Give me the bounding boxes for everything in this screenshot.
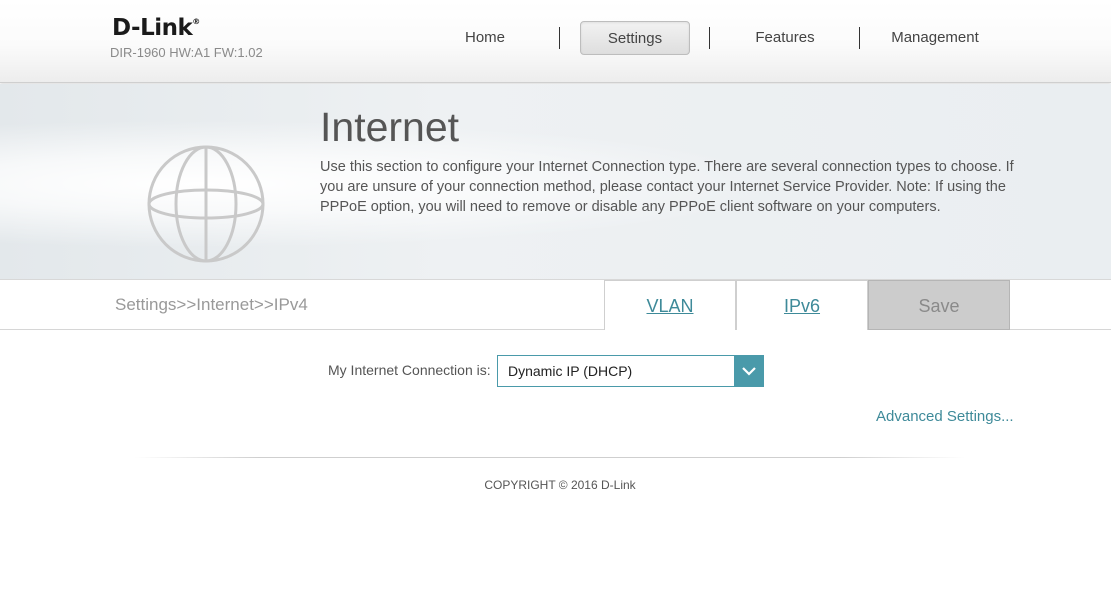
nav-home[interactable]: Home xyxy=(430,21,540,55)
dlink-logo[interactable]: D-Link® xyxy=(112,15,200,41)
page-description: Use this section to configure your Inter… xyxy=(320,159,1014,215)
advanced-settings-link[interactable]: Advanced Settings... xyxy=(876,408,1014,425)
nav-settings[interactable]: Settings xyxy=(580,21,690,55)
connection-type-select[interactable]: Dynamic IP (DHCP) xyxy=(497,355,764,387)
ipv6-tab[interactable]: IPv6 xyxy=(736,280,868,330)
model-info: DIR-1960 HW:A1 FW:1.02 xyxy=(110,45,263,60)
nav-features[interactable]: Features xyxy=(730,21,840,55)
page-banner: Internet Use this section to configure y… xyxy=(0,84,1111,280)
top-header: D-Link® DIR-1960 HW:A1 FW:1.02 Home Sett… xyxy=(0,0,1111,83)
tab-bar: Settings>>Internet>>IPv4 VLAN IPv6 Save xyxy=(0,280,1111,330)
vlan-tab[interactable]: VLAN xyxy=(604,280,736,330)
nav-management[interactable]: Management xyxy=(880,21,990,55)
nav-separator xyxy=(709,27,710,49)
connection-type-label: My Internet Connection is: xyxy=(328,362,491,378)
page-title: Internet xyxy=(320,104,460,150)
copyright-text: COPYRIGHT © 2016 D-Link xyxy=(484,478,636,492)
globe-icon xyxy=(147,145,265,263)
save-button[interactable]: Save xyxy=(868,280,1010,330)
connection-type-value: Dynamic IP (DHCP) xyxy=(508,363,633,379)
chevron-down-icon[interactable] xyxy=(734,356,763,386)
footer-divider xyxy=(135,457,965,458)
nav-separator xyxy=(559,27,560,49)
nav-separator xyxy=(859,27,860,49)
breadcrumb: Settings>>Internet>>IPv4 xyxy=(115,295,308,314)
